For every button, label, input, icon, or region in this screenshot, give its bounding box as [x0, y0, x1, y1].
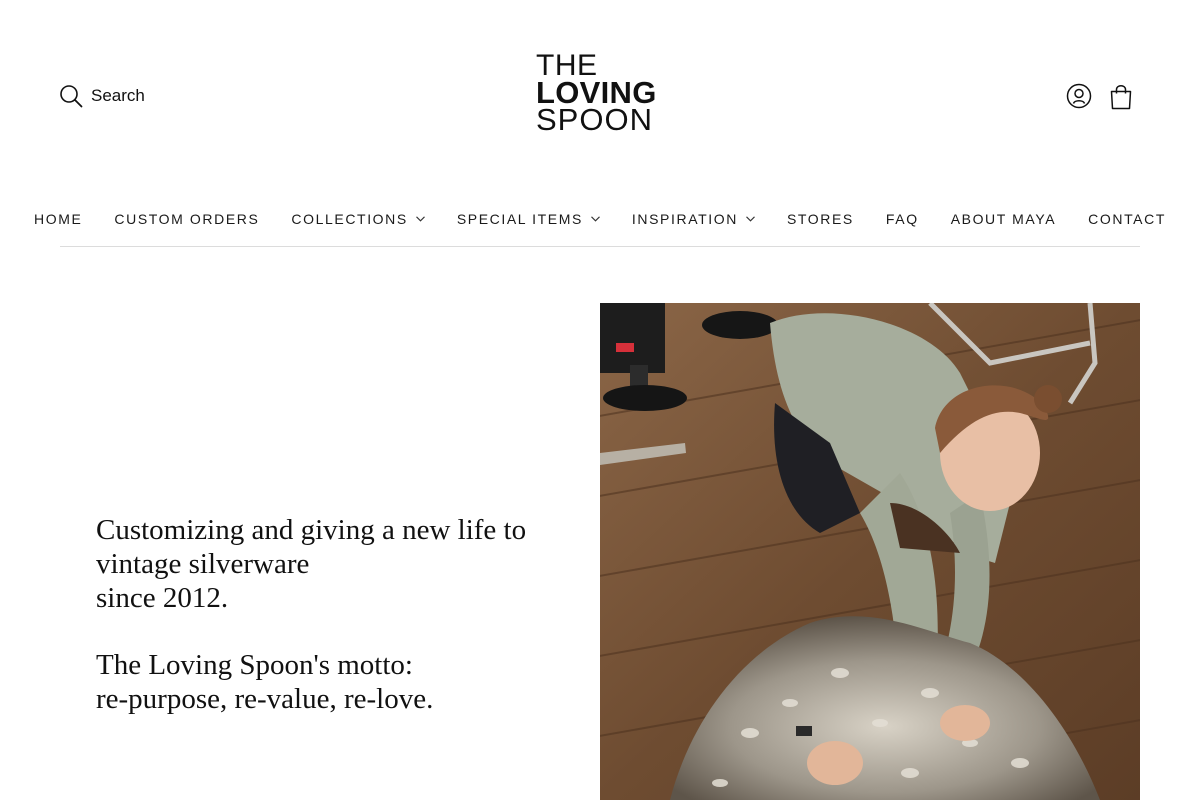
chevron-down-icon [415, 216, 425, 222]
nav-label: CUSTOM ORDERS [114, 211, 260, 227]
hero-line: The Loving Spoon's motto: [96, 649, 413, 681]
hero-photo [600, 303, 1140, 800]
header-actions [1066, 82, 1134, 110]
logo-line-3: SPOON [536, 102, 653, 137]
nav-collections[interactable]: COLLECTIONS [291, 198, 425, 227]
nav-home[interactable]: HOME [34, 198, 82, 227]
nav-label: COLLECTIONS [291, 211, 408, 227]
hero-line: vintage silverware [96, 548, 310, 580]
hero-spacer [96, 615, 556, 648]
nav-label: HOME [34, 211, 83, 227]
nav-label: CONTACT [1088, 211, 1166, 227]
nav-label: INSPIRATION [631, 211, 738, 227]
nav-special-items[interactable]: SPECIAL ITEMS [457, 198, 600, 227]
nav-about-maya[interactable]: ABOUT MAYA [951, 198, 1056, 227]
hero-line: re-purpose, re-value, re-love. [96, 683, 434, 715]
search-icon [60, 85, 83, 108]
hero-line: since 2012. [96, 582, 229, 614]
hero-photo-illustration [600, 303, 1140, 800]
account-icon [1066, 83, 1092, 109]
shopping-bag-icon [1110, 84, 1132, 109]
nav-label: SPECIAL ITEMS [456, 211, 583, 227]
chevron-down-icon [746, 216, 755, 222]
hero-line: Customizing and giving a new life to [96, 514, 527, 546]
nav-custom-orders[interactable]: CUSTOM ORDERS [114, 198, 259, 227]
nav-stores[interactable]: STORES [787, 198, 854, 227]
hero-text: Customizing and giving a new life to vin… [96, 513, 556, 716]
nav-label: STORES [786, 211, 854, 227]
nav-inspiration[interactable]: INSPIRATION [632, 198, 755, 227]
cart-button[interactable] [1108, 82, 1134, 110]
site-logo[interactable]: THE LOVING SPOON [536, 51, 666, 137]
search-button[interactable]: Search [59, 83, 145, 109]
chevron-down-icon [591, 216, 600, 222]
search-label: Search [91, 86, 145, 105]
main-nav: HOME CUSTOM ORDERS COLLECTIONS SPECIAL I… [34, 198, 1164, 247]
account-button[interactable] [1066, 82, 1092, 110]
nav-label: FAQ [885, 211, 919, 227]
nav-label: ABOUT MAYA [950, 211, 1057, 227]
nav-contact[interactable]: CONTACT [1088, 198, 1166, 227]
nav-faq[interactable]: FAQ [886, 198, 919, 227]
